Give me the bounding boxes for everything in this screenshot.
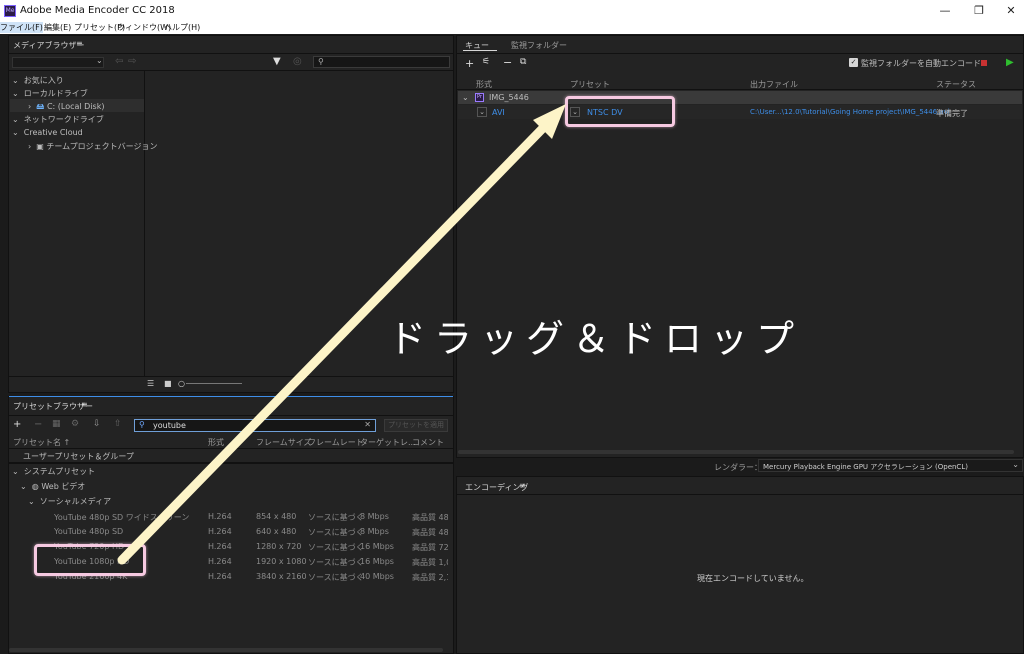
drag-and-drop-caption: ドラッグ＆ドロップ	[388, 317, 803, 361]
